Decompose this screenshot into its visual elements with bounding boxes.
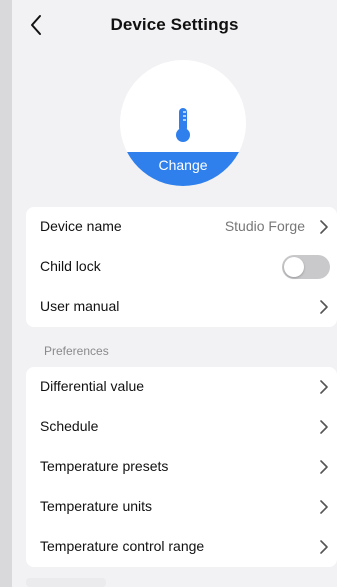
child-lock-row: Child lock [26, 247, 337, 287]
schedule-label: Schedule [40, 418, 99, 434]
general-settings-card: Device name Studio Forge Child lock User… [26, 207, 337, 327]
chevron-right-icon [320, 420, 328, 434]
temperature-presets-row[interactable]: Temperature presets [26, 447, 337, 487]
device-name-row[interactable]: Device name Studio Forge [26, 207, 337, 247]
toggle-knob [284, 257, 304, 277]
temperature-control-range-label: Temperature control range [40, 538, 205, 554]
chevron-right-icon [320, 380, 328, 394]
left-panel-edge [0, 0, 12, 587]
chevron-right-icon [320, 500, 328, 514]
chevron-right-icon [320, 300, 328, 314]
user-manual-label: User manual [40, 298, 120, 314]
temperature-control-range-row[interactable]: Temperature control range [26, 527, 337, 567]
chevron-right-icon [320, 540, 328, 554]
top-bar: Device Settings [12, 8, 337, 42]
preferences-header: Preferences [44, 344, 109, 358]
temperature-units-label: Temperature units [40, 498, 153, 514]
schedule-row[interactable]: Schedule [26, 407, 337, 447]
chevron-right-icon [320, 460, 328, 474]
preferences-card: Differential value Schedule Temperature … [26, 367, 337, 567]
differential-value-row[interactable]: Differential value [26, 367, 337, 407]
chevron-right-icon [320, 220, 328, 234]
differential-value-label: Differential value [40, 378, 145, 394]
device-settings-page: Device Settings Change Device name Studi… [12, 0, 337, 587]
user-manual-row[interactable]: User manual [26, 287, 337, 327]
temperature-presets-label: Temperature presets [40, 458, 169, 474]
child-lock-label: Child lock [40, 258, 101, 274]
page-title: Device Settings [110, 15, 239, 34]
device-avatar[interactable]: Change [120, 60, 246, 186]
temperature-units-row[interactable]: Temperature units [26, 487, 337, 527]
device-name-label: Device name [40, 218, 122, 234]
child-lock-toggle[interactable] [282, 255, 330, 279]
device-name-value: Studio Forge [224, 218, 305, 234]
change-avatar-button[interactable]: Change [120, 152, 246, 186]
thermometer-icon [176, 108, 190, 142]
next-section-cutoff [26, 578, 106, 587]
